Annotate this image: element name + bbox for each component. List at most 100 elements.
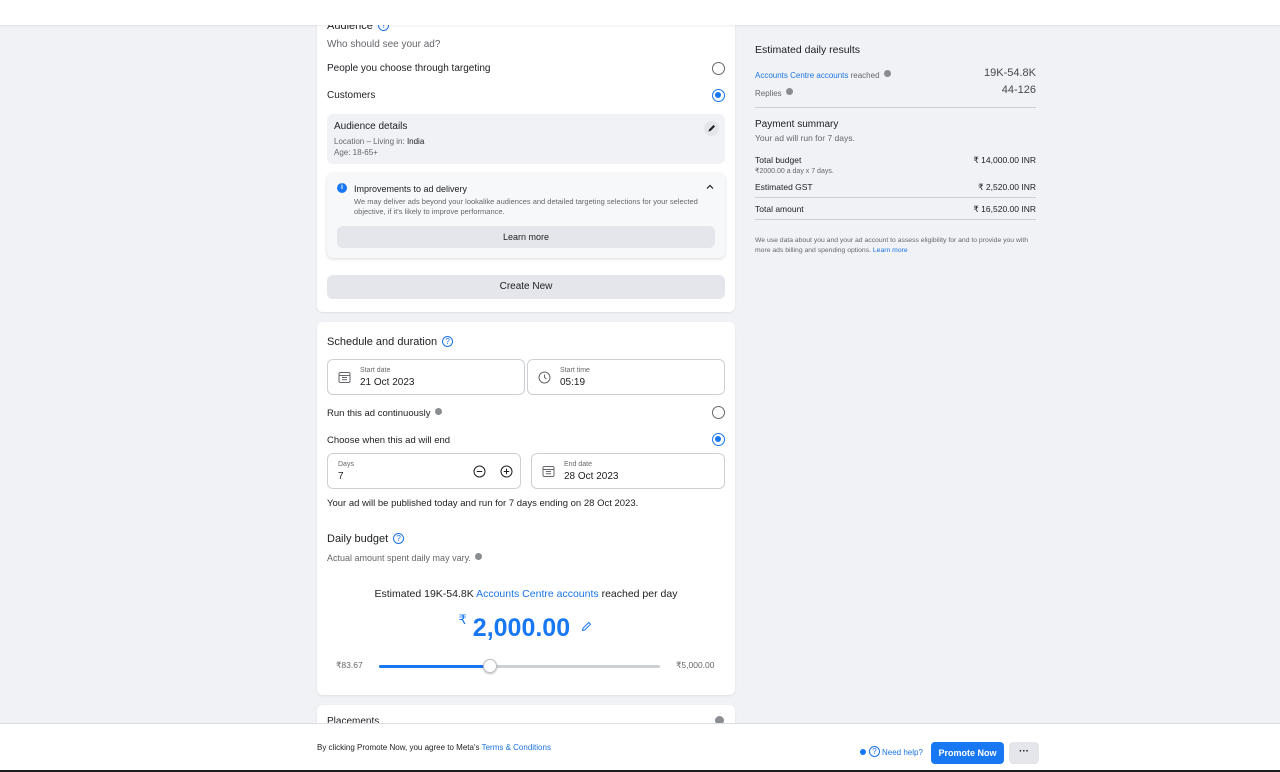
audience-details-box: Audience details Location – Living in: I… bbox=[327, 114, 725, 164]
option-targeting-label: People you choose through targeting bbox=[327, 63, 491, 74]
calendar-icon bbox=[542, 466, 555, 477]
run-continuously-label: Run this ad continuously bbox=[327, 408, 431, 419]
budget-estimate: Estimated 19K-54.8K Accounts Centre acco… bbox=[317, 588, 735, 600]
days-label: Days bbox=[338, 461, 354, 468]
schedule-summary: Your ad will be published today and run … bbox=[327, 498, 639, 509]
total-budget-label: Total budget bbox=[755, 155, 802, 165]
budget-note: Actual amount spent daily may vary. bbox=[327, 553, 471, 563]
terms-text: By clicking Promote Now, you agree to Me… bbox=[317, 743, 551, 752]
payment-disclaimer: We use data about you and your ad accoun… bbox=[755, 236, 1033, 256]
budget-heading: Daily budget? bbox=[327, 533, 405, 545]
payment-duration: Your ad will run for 7 days. bbox=[755, 133, 855, 143]
terms-prefix: By clicking Promote Now, you agree to Me… bbox=[317, 743, 482, 752]
days-field[interactable]: Days 7 bbox=[327, 453, 521, 489]
run-continuously-radio[interactable] bbox=[712, 406, 725, 419]
start-time-value: 05:19 bbox=[560, 377, 586, 388]
increment-icon[interactable] bbox=[500, 465, 513, 478]
edit-audience-button[interactable] bbox=[704, 121, 719, 136]
replies-value: 44-126 bbox=[1001, 84, 1036, 96]
budget-min-label: ₹83.67 bbox=[336, 660, 363, 670]
total-budget-detail: ₹2000.00 a day x 7 days. bbox=[755, 168, 834, 175]
reach-value: 19K-54.8K bbox=[984, 67, 1036, 79]
choose-end-label: Choose when this ad will end bbox=[327, 435, 451, 446]
disclaimer-learn-more-link[interactable]: Learn more bbox=[873, 247, 908, 254]
days-value: 7 bbox=[338, 471, 344, 482]
reach-row-label: Accounts Centre accounts reached bbox=[755, 70, 891, 80]
gst-label: Estimated GST bbox=[755, 182, 813, 192]
start-date-value: 21 Oct 2023 bbox=[360, 377, 415, 388]
audience-details-title: Audience details bbox=[334, 121, 408, 132]
results-heading: Estimated daily results bbox=[755, 44, 861, 56]
estimate-link[interactable]: Accounts Centre accounts bbox=[476, 588, 599, 600]
collapse-chevron-icon[interactable] bbox=[705, 181, 715, 191]
option-customers-radio[interactable] bbox=[712, 89, 725, 102]
choose-end-radio[interactable] bbox=[712, 433, 725, 446]
help-icon[interactable]: ? bbox=[393, 533, 405, 544]
start-date-label: Start date bbox=[360, 367, 391, 374]
status-dot-icon bbox=[860, 749, 866, 755]
terms-link[interactable]: Terms & Conditions bbox=[482, 743, 551, 752]
promote-now-button[interactable]: Promote Now bbox=[931, 742, 1004, 764]
improvements-title: Improvements to ad delivery bbox=[354, 184, 468, 194]
gst-value: ₹ 2,520.00 INR bbox=[978, 182, 1036, 192]
end-date-field[interactable]: End date 28 Oct 2023 bbox=[531, 453, 725, 489]
pencil-icon bbox=[708, 125, 715, 132]
summary-panel: Estimated daily results Accounts Centre … bbox=[755, 40, 1036, 270]
end-date-value: 28 Oct 2023 bbox=[564, 471, 619, 482]
audience-card: Audience? Who should see your ad? People… bbox=[317, 10, 735, 312]
total-amount-label: Total amount bbox=[755, 204, 804, 214]
option-targeting-radio[interactable] bbox=[712, 62, 725, 75]
audience-details-age: Age: 18-65+ bbox=[334, 148, 378, 157]
currency-symbol: ₹ bbox=[458, 612, 467, 627]
more-options-button[interactable]: ··· bbox=[1009, 742, 1039, 764]
budget-amount: 2,000.00 bbox=[472, 614, 571, 642]
calendar-icon bbox=[338, 372, 351, 383]
replies-row-label: Replies bbox=[755, 88, 793, 98]
info-icon bbox=[474, 553, 482, 560]
help-icon: ? bbox=[869, 746, 880, 757]
option-customers-label: Customers bbox=[327, 90, 376, 101]
improvements-box: i Improvements to ad delivery We may del… bbox=[327, 173, 725, 258]
improvements-body: We may deliver ads beyond your lookalike… bbox=[354, 197, 698, 216]
replies-label: Replies bbox=[755, 89, 782, 98]
info-icon bbox=[785, 88, 793, 95]
budget-slider-fill bbox=[379, 665, 490, 668]
start-time-label: Start time bbox=[560, 367, 590, 374]
help-icon[interactable]: ? bbox=[442, 336, 454, 347]
location-value: India bbox=[406, 137, 425, 146]
reach-suffix: reached bbox=[848, 71, 880, 80]
budget-max-label: ₹5,000.00 bbox=[676, 660, 715, 670]
info-icon bbox=[883, 70, 891, 77]
budget-amount-row: ₹2,000.00 bbox=[317, 612, 735, 643]
edit-budget-icon[interactable] bbox=[580, 620, 593, 633]
divider bbox=[755, 107, 1036, 108]
learn-more-button[interactable]: Learn more bbox=[337, 226, 715, 248]
budget-slider[interactable] bbox=[379, 659, 660, 673]
budget-title: Daily budget bbox=[327, 533, 389, 545]
divider bbox=[755, 219, 1036, 220]
decrement-icon[interactable] bbox=[473, 465, 486, 478]
end-date-label: End date bbox=[564, 461, 593, 468]
divider bbox=[755, 197, 1036, 198]
schedule-heading: Schedule and duration? bbox=[327, 336, 454, 348]
clock-icon bbox=[538, 371, 551, 384]
info-icon: i bbox=[337, 183, 347, 193]
budget-slider-thumb[interactable] bbox=[483, 659, 497, 673]
bottom-bar: By clicking Promote Now, you agree to Me… bbox=[0, 723, 1280, 770]
need-help-label: Need help? bbox=[882, 748, 923, 757]
audience-subtitle: Who should see your ad? bbox=[327, 39, 441, 50]
audience-details-location: Location – Living in: India bbox=[334, 137, 424, 146]
need-help-link[interactable]: ? Need help? bbox=[869, 746, 923, 757]
start-time-field[interactable]: Start time 05:19 bbox=[527, 359, 725, 395]
schedule-title: Schedule and duration bbox=[327, 336, 438, 348]
reach-link[interactable]: Accounts Centre accounts bbox=[755, 71, 848, 80]
payment-heading: Payment summary bbox=[755, 119, 839, 130]
start-date-field[interactable]: Start date 21 Oct 2023 bbox=[327, 359, 525, 395]
estimate-suffix: reached per day bbox=[598, 588, 678, 600]
schedule-card: Schedule and duration? Start date 21 Oct… bbox=[317, 322, 735, 695]
run-continuously-row: Run this ad continuously bbox=[327, 408, 442, 419]
top-bar bbox=[0, 0, 1280, 25]
create-new-button[interactable]: Create New bbox=[327, 275, 725, 299]
total-amount-value: ₹ 16,520.00 INR bbox=[973, 204, 1036, 214]
total-budget-value: ₹ 14,000.00 INR bbox=[973, 155, 1036, 165]
